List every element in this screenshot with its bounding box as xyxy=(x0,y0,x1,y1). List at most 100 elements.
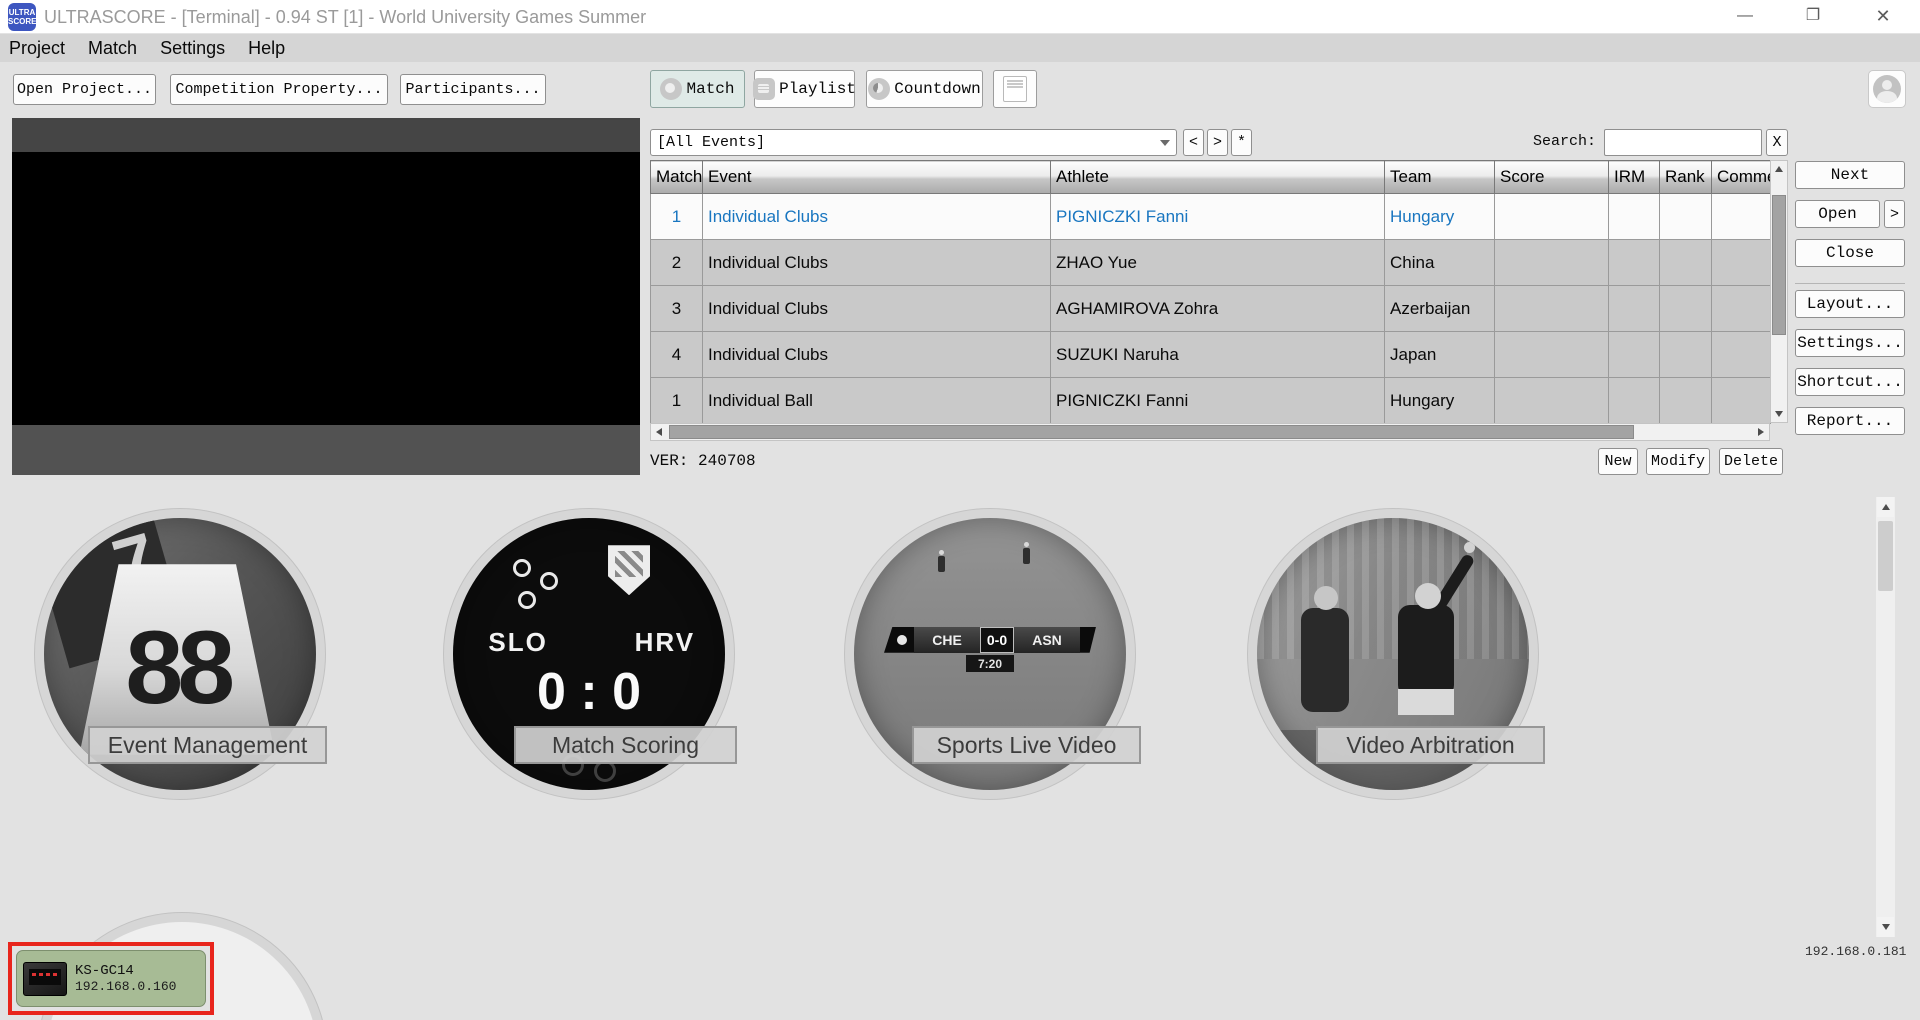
cell-team[interactable]: China xyxy=(1385,240,1495,286)
delete-button[interactable]: Delete xyxy=(1719,448,1783,475)
module-label-sports-live-video[interactable]: Sports Live Video xyxy=(912,726,1141,764)
cell-team[interactable]: Japan xyxy=(1385,332,1495,378)
col-athlete[interactable]: Athlete xyxy=(1051,161,1385,194)
cell-team[interactable]: Hungary xyxy=(1385,378,1495,424)
cell-match[interactable]: 1 xyxy=(651,378,703,424)
cell-match[interactable]: 4 xyxy=(651,332,703,378)
module-label-video-arbitration[interactable]: Video Arbitration xyxy=(1316,726,1545,764)
report-button[interactable]: Report... xyxy=(1795,407,1905,435)
cell-event[interactable]: Individual Clubs xyxy=(703,286,1051,332)
cell-event[interactable]: Individual Clubs xyxy=(703,332,1051,378)
next-button[interactable]: Next xyxy=(1795,161,1905,189)
tab-playlist[interactable]: Playlist xyxy=(754,70,855,108)
col-match[interactable]: Match xyxy=(651,161,703,194)
module-label-event-management[interactable]: Event Management xyxy=(88,726,327,764)
cell-athlete[interactable]: ZHAO Yue xyxy=(1051,240,1385,286)
close-button[interactable]: ✕ xyxy=(1860,0,1906,34)
participants-button[interactable]: Participants... xyxy=(400,74,546,105)
cell-score[interactable] xyxy=(1495,332,1609,378)
competition-property-button[interactable]: Competition Property... xyxy=(170,74,388,105)
cell-irm[interactable] xyxy=(1609,240,1660,286)
cell-event[interactable]: Individual Clubs xyxy=(703,194,1051,240)
col-rank[interactable]: Rank xyxy=(1660,161,1712,194)
cell-event[interactable]: Individual Clubs xyxy=(703,240,1051,286)
cell-comment[interactable] xyxy=(1712,332,1771,378)
table-row[interactable]: 1 Individual Clubs PIGNICZKI Fanni Hunga… xyxy=(651,194,1771,240)
menu-settings[interactable]: Settings xyxy=(151,34,234,62)
event-filter-dropdown[interactable]: [All Events] xyxy=(650,129,1177,156)
cell-rank[interactable] xyxy=(1660,378,1712,424)
page-scroll-thumb[interactable] xyxy=(1878,521,1893,591)
col-comment[interactable]: Comment xyxy=(1712,161,1771,194)
settings-button[interactable]: Settings... xyxy=(1795,329,1905,357)
table-row[interactable]: 3 Individual Clubs AGHAMIROVA Zohra Azer… xyxy=(651,286,1771,332)
cell-event[interactable]: Individual Ball xyxy=(703,378,1051,424)
table-vertical-scrollbar[interactable] xyxy=(1770,160,1788,423)
col-irm[interactable]: IRM xyxy=(1609,161,1660,194)
cell-score[interactable] xyxy=(1495,286,1609,332)
table-row[interactable]: 2 Individual Clubs ZHAO Yue China xyxy=(651,240,1771,286)
cell-team[interactable]: Azerbaijan xyxy=(1385,286,1495,332)
cell-athlete[interactable]: SUZUKI Naruha xyxy=(1051,332,1385,378)
table-row[interactable]: 4 Individual Clubs SUZUKI Naruha Japan xyxy=(651,332,1771,378)
new-button[interactable]: New xyxy=(1598,448,1638,475)
table-horizontal-scrollbar[interactable] xyxy=(650,423,1770,441)
col-score[interactable]: Score xyxy=(1495,161,1609,194)
modify-button[interactable]: Modify xyxy=(1646,448,1710,475)
page-scroll-down-icon[interactable] xyxy=(1877,917,1894,937)
cell-match[interactable]: 3 xyxy=(651,286,703,332)
menu-project[interactable]: Project xyxy=(0,34,74,62)
table-vscroll-thumb[interactable] xyxy=(1772,195,1786,335)
cell-comment[interactable] xyxy=(1712,378,1771,424)
search-clear-button[interactable]: X xyxy=(1766,129,1788,156)
tab-countdown[interactable]: Countdown xyxy=(866,70,983,108)
menu-help[interactable]: Help xyxy=(239,34,294,62)
cell-comment[interactable] xyxy=(1712,240,1771,286)
cell-irm[interactable] xyxy=(1609,332,1660,378)
cell-irm[interactable] xyxy=(1609,378,1660,424)
minimize-button[interactable]: — xyxy=(1722,0,1768,34)
cell-match[interactable]: 2 xyxy=(651,240,703,286)
tab-scoreboard-panel[interactable] xyxy=(993,70,1037,108)
filter-next-button[interactable]: > xyxy=(1207,129,1228,156)
page-scroll-up-icon[interactable] xyxy=(1877,497,1894,517)
cell-score[interactable] xyxy=(1495,378,1609,424)
cell-rank[interactable] xyxy=(1660,332,1712,378)
cell-irm[interactable] xyxy=(1609,286,1660,332)
open-more-button[interactable]: > xyxy=(1884,200,1905,228)
cell-rank[interactable] xyxy=(1660,194,1712,240)
close-match-button[interactable]: Close xyxy=(1795,239,1905,267)
scroll-up-icon[interactable] xyxy=(1771,161,1787,177)
tab-match[interactable]: Match xyxy=(650,70,745,108)
menu-match[interactable]: Match xyxy=(79,34,146,62)
table-hscroll-thumb[interactable] xyxy=(669,425,1634,439)
table-row[interactable]: 1 Individual Ball PIGNICZKI Fanni Hungar… xyxy=(651,378,1771,424)
layout-button[interactable]: Layout... xyxy=(1795,290,1905,318)
search-input[interactable] xyxy=(1604,129,1762,156)
cell-team[interactable]: Hungary xyxy=(1385,194,1495,240)
cell-match[interactable]: 1 xyxy=(651,194,703,240)
maximize-button[interactable]: ❐ xyxy=(1790,0,1836,34)
col-team[interactable]: Team xyxy=(1385,161,1495,194)
module-label-match-scoring[interactable]: Match Scoring xyxy=(514,726,737,764)
scroll-left-icon[interactable] xyxy=(651,424,667,440)
open-button[interactable]: Open xyxy=(1795,200,1880,228)
cell-athlete[interactable]: PIGNICZKI Fanni xyxy=(1051,378,1385,424)
shortcut-button[interactable]: Shortcut... xyxy=(1795,368,1905,396)
selected-device-card[interactable]: KS-GC14 192.168.0.160 xyxy=(8,942,214,1015)
open-project-button[interactable]: Open Project... xyxy=(13,74,156,105)
page-scrollbar[interactable] xyxy=(1876,497,1895,937)
cell-irm[interactable] xyxy=(1609,194,1660,240)
cell-score[interactable] xyxy=(1495,240,1609,286)
scroll-down-icon[interactable] xyxy=(1771,406,1787,422)
cell-comment[interactable] xyxy=(1712,194,1771,240)
cell-score[interactable] xyxy=(1495,194,1609,240)
cell-athlete[interactable]: PIGNICZKI Fanni xyxy=(1051,194,1385,240)
user-account-button[interactable] xyxy=(1868,70,1906,108)
cell-comment[interactable] xyxy=(1712,286,1771,332)
filter-all-button[interactable]: * xyxy=(1231,129,1252,156)
filter-prev-button[interactable]: < xyxy=(1183,129,1204,156)
cell-rank[interactable] xyxy=(1660,240,1712,286)
cell-rank[interactable] xyxy=(1660,286,1712,332)
cell-athlete[interactable]: AGHAMIROVA Zohra xyxy=(1051,286,1385,332)
